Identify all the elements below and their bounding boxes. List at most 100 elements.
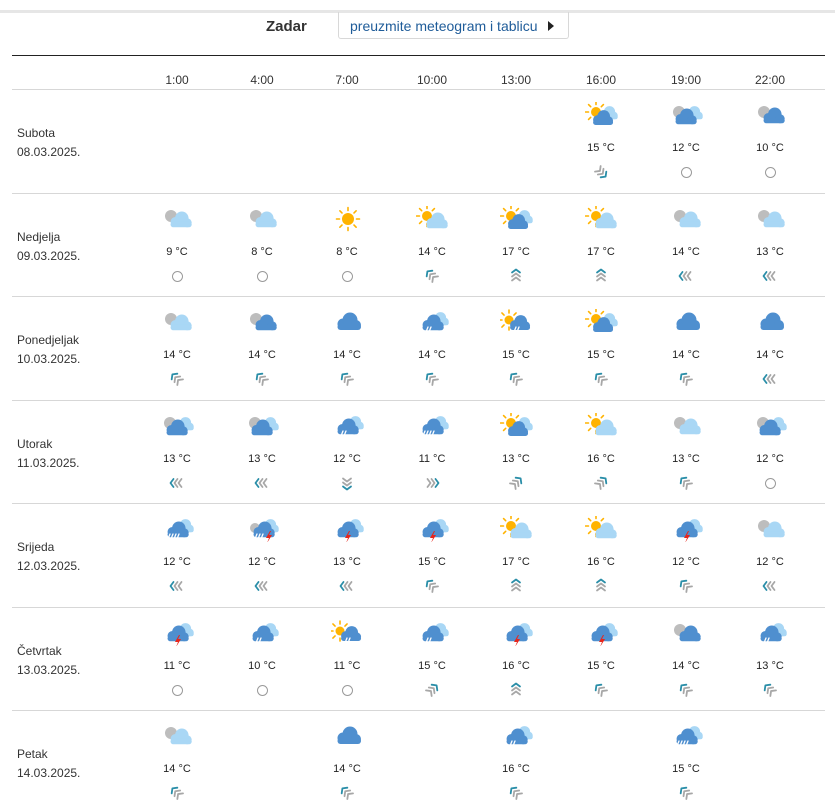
forecast-cell[interactable]: 14 °C [392,194,472,294]
day-name: Petak [17,747,48,761]
wind-ne-icon [507,475,525,491]
day-label: Subota 08.03.2025. [17,124,80,162]
forecast-cell[interactable]: 8 °C [222,194,302,294]
forecast-cell[interactable]: 13 °C [646,401,726,501]
wind-nw-icon [592,371,610,387]
wind-w-icon [677,268,695,284]
forecast-cell[interactable]: 11 °C [137,608,217,708]
forecast-cell[interactable]: 14 °C [307,297,387,397]
forecast-cell[interactable]: 16 °C [476,608,556,708]
wind-w-icon [761,371,779,387]
temperature: 16 °C [502,763,530,775]
forecast-cell[interactable]: 14 °C [137,297,217,397]
forecast-cell[interactable]: 14 °C [646,297,726,397]
forecast-cell[interactable]: 13 °C [222,401,302,501]
temperature: 17 °C [587,245,615,258]
temperature: 11 °C [418,452,446,465]
forecast-cell[interactable]: 16 °C [476,711,556,804]
wind-nw-icon [338,785,356,801]
forecast-cell[interactable]: 15 °C [476,297,556,397]
wind-n-icon [507,268,525,284]
forecast-cell[interactable]: 17 °C [561,194,641,294]
forecast-cell[interactable]: 17 °C [476,194,556,294]
hour-label: 16:00 [585,73,617,87]
forecast-cell[interactable]: 14 °C [646,194,726,294]
temperature: 14 °C [672,349,700,361]
forecast-cell[interactable]: 10 °C [222,608,302,708]
temperature: 14 °C [672,659,700,672]
forecast-cell[interactable]: 15 °C [646,711,726,804]
temperature: 13 °C [333,556,361,568]
cloud-light-icon [246,206,280,232]
day-row: Četvrtak 13.03.2025. 11 °C 10 °C 11 °C 15… [12,608,825,711]
cloud-heavy-rain-icon [161,516,195,542]
forecast-cell[interactable]: 13 °C [730,194,810,294]
cloud-heavy-rain-icon [416,413,450,439]
sun-cloud-icon [584,307,619,335]
forecast-cell[interactable]: 12 °C [730,504,810,604]
download-meteogram-button[interactable]: preuzmite meteogram i tablicu [338,12,569,39]
forecast-cell[interactable]: 12 °C [646,504,726,604]
day-row: Srijeda 12.03.2025. 12 °C 12 °C 13 °C 15… [12,504,825,608]
forecast-cell[interactable]: 15 °C [392,504,472,604]
forecast-cell[interactable]: 14 °C [392,297,472,397]
forecast-cell[interactable]: 17 °C [476,504,556,604]
cloud-rain-icon [500,723,534,749]
calm-icon [172,270,183,282]
forecast-cell[interactable]: 9 °C [137,194,217,294]
forecast-cell[interactable]: 10 °C [730,90,810,190]
forecast-header: Zadar preuzmite meteogram i tablicu [0,12,835,40]
cloud-partial-icon [246,309,280,335]
forecast-cell[interactable]: 12 °C [137,504,217,604]
temperature: 16 °C [587,452,615,465]
forecast-cell[interactable]: 14 °C [307,711,387,804]
wind-nw-icon [253,371,271,387]
temperature: 9 °C [166,245,188,258]
temperature: 15 °C [672,763,700,775]
cloud-storm-icon [585,620,619,647]
forecast-cell[interactable]: 15 °C [392,608,472,708]
temperature: 13 °C [163,452,191,465]
forecast-cell[interactable]: 14 °C [646,608,726,708]
forecast-cell[interactable]: 16 °C [561,504,641,604]
forecast-cell[interactable]: 14 °C [222,297,302,397]
temperature: 15 °C [587,349,615,361]
forecast-cell[interactable]: 15 °C [561,90,641,190]
calm-icon [681,167,692,178]
wind-nw-icon [677,475,695,491]
hour-label: 10:00 [416,73,448,87]
forecast-cell[interactable]: 15 °C [561,608,641,708]
temperature: 12 °C [333,452,361,465]
forecast-cell[interactable]: 14 °C [137,711,217,804]
temperature: 15 °C [418,556,446,568]
forecast-cell[interactable]: 11 °C [307,608,387,708]
forecast-cell[interactable]: 12 °C [730,401,810,501]
forecast-cell[interactable]: 16 °C [561,401,641,501]
day-date: 08.03.2025. [17,145,81,159]
sun-light-cloud-icon [584,204,619,232]
temperature: 10 °C [756,142,784,154]
forecast-cell[interactable]: 13 °C [307,504,387,604]
forecast-cell[interactable]: 12 °C [307,401,387,501]
temperature: 15 °C [587,142,615,154]
forecast-cell[interactable]: 13 °C [476,401,556,501]
forecast-cell[interactable]: 12 °C [222,504,302,604]
wind-ne-icon [423,682,441,698]
forecast-cell[interactable]: 15 °C [561,297,641,397]
forecast-cell[interactable]: 13 °C [730,608,810,708]
partly-cloudy-dark-icon [754,413,788,439]
temperature: 14 °C [756,349,784,361]
forecast-cell[interactable]: 14 °C [730,297,810,397]
day-name: Četvrtak [17,643,62,658]
hour-label: 19:00 [670,73,702,87]
forecast-cell[interactable]: 11 °C [392,401,472,501]
sun-cloud-icon [499,204,534,232]
wind-n-icon [592,268,610,284]
forecast-cell[interactable]: 12 °C [646,90,726,190]
forecast-cell[interactable]: 13 °C [137,401,217,501]
sun-light-cloud-icon [584,514,619,542]
wind-w-icon [253,475,271,491]
sun-cloud-icon [499,411,534,439]
cloud-storm-rain-icon [246,516,280,543]
forecast-cell[interactable]: 8 °C [307,194,387,294]
